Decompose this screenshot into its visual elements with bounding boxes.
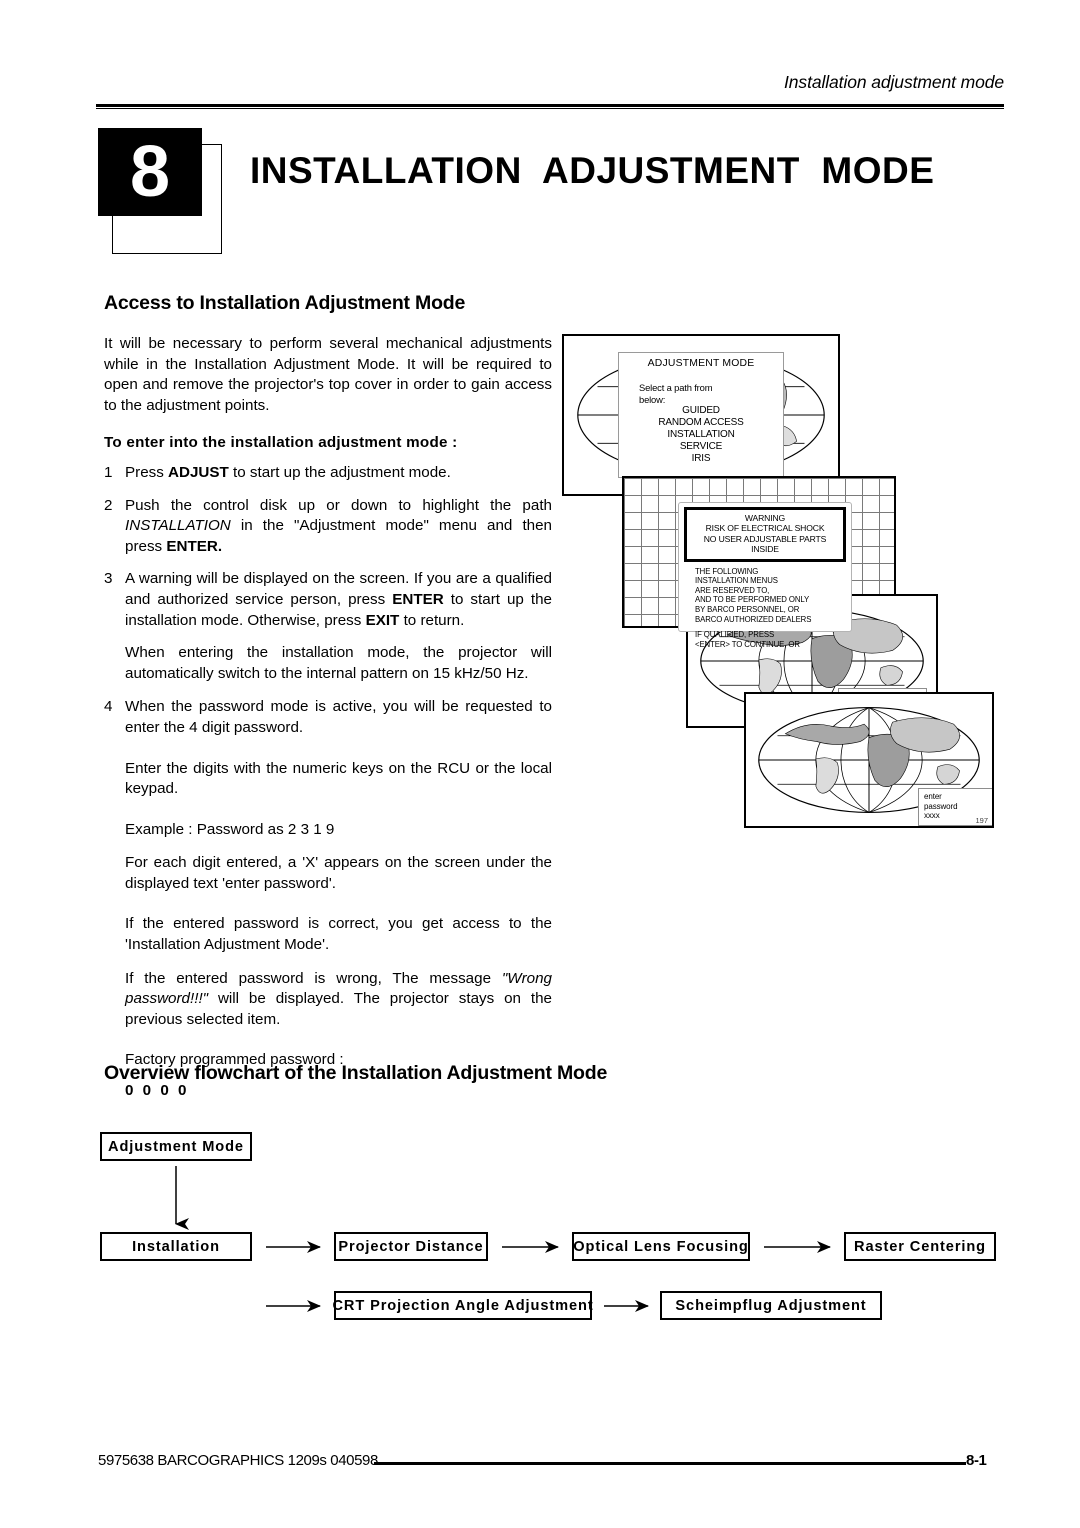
menu-option-installation[interactable]: INSTALLATION bbox=[619, 429, 783, 441]
warning-body-line-5: BY BARCO PERSONNEL, OR bbox=[695, 605, 800, 614]
password-prompt-line-2: password bbox=[924, 801, 958, 811]
flow-box-optical-lens-focusing[interactable]: Optical Lens Focusing bbox=[572, 1232, 750, 1261]
step-4-number: 4 bbox=[104, 698, 113, 716]
step-3-number: 3 bbox=[104, 570, 113, 588]
step-4-text: When the password mode is active, you wi… bbox=[125, 698, 552, 736]
warning-box: WARNING RISK OF ELECTRICAL SHOCK NO USER… bbox=[684, 507, 846, 562]
menu-option-iris[interactable]: IRIS bbox=[619, 453, 783, 465]
menu-option-label: IRIS bbox=[691, 453, 711, 464]
footer-document-reference: 5975638 BARCOGRAPHICS 1209s 040598 bbox=[98, 1452, 378, 1469]
flow-box-adjustment-mode[interactable]: Adjustment Mode bbox=[100, 1132, 252, 1161]
step-3-text: A warning will be displayed on the scree… bbox=[125, 570, 553, 629]
menu-option-service[interactable]: SERVICE bbox=[619, 441, 783, 453]
running-title: Installation adjustment mode bbox=[784, 72, 1004, 92]
adjustment-mode-menu: ADJUSTMENT MODE Select a path from below… bbox=[618, 352, 784, 478]
step-3: 3 A warning will be displayed on the scr… bbox=[104, 569, 552, 631]
warning-body-line-4: AND TO BE PERFORMED ONLY bbox=[695, 595, 810, 605]
footer-page-number: 8-1 bbox=[966, 1452, 987, 1469]
flow-box-installation[interactable]: Installation bbox=[100, 1232, 252, 1261]
menu-option-guided[interactable]: GUIDED bbox=[619, 405, 783, 417]
warning-body-line-6: BARCO AUTHORIZED DEALERS bbox=[695, 614, 812, 624]
figure-number: 197 bbox=[975, 816, 988, 825]
paragraph-intro: It will be necessary to perform several … bbox=[104, 335, 552, 414]
warning-line-3: NO USER ADJUSTABLE PARTS bbox=[703, 533, 827, 544]
paragraph-password-wrong: If the entered password is wrong, The me… bbox=[125, 969, 552, 1028]
page-title: INSTALLATION ADJUSTMENT MODE bbox=[250, 150, 935, 191]
menu-prompt-line-1: Select a path from bbox=[639, 382, 713, 393]
paragraph-internal-pattern-note: When entering the installation mode, the… bbox=[125, 644, 552, 682]
flow-box-crt-projection-angle[interactable]: CRT Projection Angle Adjustment bbox=[332, 1291, 593, 1320]
warning-body-line-3: ARE RESERVED TO, bbox=[695, 585, 770, 595]
step-1: 1 Press ADJUST to start up the adjustmen… bbox=[104, 463, 552, 484]
step-2-text: Push the control disk up or down to high… bbox=[125, 496, 552, 555]
menu-option-label-selected: INSTALLATION bbox=[667, 429, 735, 440]
menu-option-label: SERVICE bbox=[679, 441, 723, 452]
menu-option-label: RANDOM ACCESS bbox=[658, 417, 744, 428]
warning-line-1: WARNING bbox=[744, 513, 786, 523]
step-2-number: 2 bbox=[104, 496, 113, 514]
flow-box-scheimpflug-adjustment[interactable]: Scheimpflug Adjustment bbox=[660, 1291, 882, 1320]
warning-body: THE FOLLOWING INSTALLATION MENUS ARE RES… bbox=[684, 562, 846, 650]
password-prompt-line-1: enter bbox=[924, 792, 942, 801]
warning-body-line-7: IF QUALIFIED, PRESS bbox=[695, 630, 775, 640]
warning-dialog: WARNING RISK OF ELECTRICAL SHOCK NO USER… bbox=[678, 502, 852, 649]
menu-option-list: GUIDED RANDOM ACCESS INSTALLATION SERVIC… bbox=[619, 405, 783, 465]
step-1-text: Press ADJUST to start up the adjustment … bbox=[125, 463, 451, 481]
warning-body-line-8: <ENTER> TO CONTINUE, OR bbox=[695, 639, 800, 649]
flow-box-raster-centering[interactable]: Raster Centering bbox=[844, 1232, 996, 1261]
flow-box-projector-distance[interactable]: Projector Distance bbox=[334, 1232, 488, 1261]
warning-body-line-1: THE FOLLOWING bbox=[695, 566, 759, 576]
menu-prompt-line-2: below: bbox=[639, 393, 666, 405]
header-rule bbox=[96, 104, 1004, 107]
menu-option-random-access[interactable]: RANDOM ACCESS bbox=[619, 417, 783, 429]
osd-illustration: ADJUSTMENT MODE Select a path from below… bbox=[558, 330, 1010, 1032]
header-rule-thin bbox=[96, 108, 1004, 109]
paragraph-password-correct: If the entered password is correct, you … bbox=[125, 915, 552, 954]
section-heading-flowchart: Overview flowchart of the Installation A… bbox=[104, 1062, 608, 1084]
body-text-column: It will be necessary to perform several … bbox=[104, 334, 552, 1115]
menu-prompt: Select a path from below: bbox=[619, 382, 783, 405]
step-1-number: 1 bbox=[104, 463, 113, 481]
paragraph-example: Example : Password as 2 3 1 9 bbox=[125, 820, 335, 838]
section-heading-access: Access to Installation Adjustment Mode bbox=[104, 292, 466, 314]
paragraph-each-digit: For each digit entered, a 'X' appears on… bbox=[125, 854, 552, 892]
screen-password-2: enter password xxxx 197 bbox=[744, 692, 994, 828]
warning-line-4: INSIDE bbox=[751, 544, 779, 555]
subheading-enter-mode: To enter into the installation adjustmen… bbox=[104, 434, 458, 452]
paragraph-enter-digits: Enter the digits with the numeric keys o… bbox=[125, 759, 552, 798]
page-header: Installation adjustment mode bbox=[96, 72, 1004, 93]
menu-title: ADJUSTMENT MODE bbox=[647, 358, 755, 369]
step-2: 2 Push the control disk up or down to hi… bbox=[104, 496, 552, 558]
warning-line-2: RISK OF ELECTRICAL SHOCK bbox=[705, 523, 825, 534]
screen-adjustment-mode: ADJUSTMENT MODE Select a path from below… bbox=[562, 334, 840, 496]
warning-body-line-2: INSTALLATION MENUS bbox=[695, 576, 778, 586]
menu-option-label: GUIDED bbox=[682, 405, 720, 416]
step-4: 4 When the password mode is active, you … bbox=[104, 697, 552, 738]
footer-rule bbox=[374, 1462, 966, 1465]
chapter-number: 8 bbox=[98, 128, 202, 216]
